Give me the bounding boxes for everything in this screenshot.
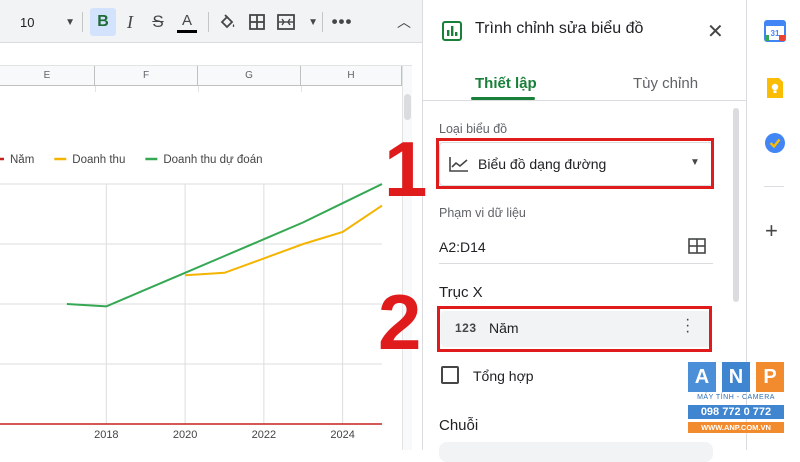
series-line-2 — [185, 204, 383, 277]
text-color-button[interactable]: A — [174, 8, 200, 36]
data-range-input[interactable]: A2:D14 — [439, 234, 713, 264]
watermark-phone: 098 772 0 772 — [688, 405, 784, 419]
chart-type-label: Loại biểu đồ — [439, 122, 508, 136]
borders-button[interactable] — [245, 8, 269, 36]
font-size-value: 10 — [20, 14, 35, 30]
text-color-swatch — [177, 29, 197, 33]
watermark-letters: A N P — [688, 362, 784, 392]
chart-icon — [442, 21, 462, 41]
toolbar-divider — [208, 12, 209, 32]
x-tick-label: 2022 — [252, 429, 276, 441]
column-header-e[interactable]: E — [0, 66, 95, 86]
highlight-x-axis — [437, 306, 712, 352]
x-axis-heading: Trục X — [439, 284, 483, 301]
x-tick-label: 2024 — [330, 429, 354, 441]
add-icon[interactable]: + — [765, 218, 778, 244]
fill-color-icon — [220, 14, 235, 29]
chevron-down-icon: ▼ — [308, 16, 318, 28]
step-number-1: 1 — [384, 125, 428, 213]
fill-color-button[interactable] — [216, 8, 240, 36]
italic-button[interactable]: I — [118, 8, 142, 36]
anp-watermark-logo: A N P MÁY TÍNH - CAMERA 098 772 0 772 WW… — [688, 362, 784, 438]
legend-label-1: Năm — [10, 154, 34, 166]
chevron-down-icon: ▼ — [65, 16, 75, 28]
series-field[interactable] — [439, 442, 713, 462]
x-tick-label: 2020 — [173, 429, 197, 441]
column-header-h[interactable]: H — [301, 66, 402, 86]
sheet-scrollbar[interactable] — [402, 66, 412, 450]
formula-bar-row — [0, 44, 412, 66]
chart-canvas: 2018 2020 2022 2024 Năm Doanh thu Doanh thu dự… — [0, 154, 383, 441]
step-number-2: 2 — [378, 278, 422, 366]
close-icon[interactable]: ✕ — [707, 19, 724, 44]
bold-button[interactable]: B — [90, 8, 116, 36]
borders-icon — [249, 14, 265, 30]
more-icon[interactable]: ••• — [330, 8, 354, 36]
column-header-f[interactable]: F — [95, 66, 198, 86]
data-range-label: Phạm vi dữ liệu — [439, 206, 526, 220]
tab-customize[interactable]: Tùy chỉnh — [633, 75, 698, 92]
keep-icon[interactable] — [764, 77, 786, 99]
highlight-chart-type — [436, 138, 714, 189]
text-color-letter: A — [181, 11, 192, 29]
tab-setup[interactable]: Thiết lập — [475, 75, 537, 92]
strikethrough-button[interactable]: S — [146, 8, 170, 36]
aggregate-label: Tổng hợp — [473, 368, 534, 384]
apps-divider — [764, 186, 784, 187]
font-size-select[interactable]: 10 ▼ — [20, 8, 75, 36]
x-tick-label: 2018 — [94, 429, 118, 441]
series-line-3 — [66, 183, 383, 308]
series-heading: Chuỗi — [439, 417, 479, 434]
tabs-divider — [423, 100, 747, 101]
calendar-icon[interactable]: 31 — [764, 20, 786, 42]
watermark-tagline: MÁY TÍNH - CAMERA — [697, 394, 775, 401]
panel-title: Trình chỉnh sửa biểu đồ — [475, 20, 644, 37]
toolbar-divider — [322, 12, 323, 32]
line-chart[interactable]: 2018 2020 2022 2024 Năm Doanh thu Doanh thu dự… — [0, 92, 384, 450]
select-range-icon[interactable] — [687, 237, 707, 255]
collapse-icon[interactable]: ︿ — [394, 8, 414, 36]
merge-cells-button[interactable]: ▼ — [276, 8, 318, 36]
column-header-g[interactable]: G — [198, 66, 301, 86]
column-headers: E F G H — [0, 66, 402, 86]
watermark-letter-p: P — [756, 362, 784, 392]
aggregate-checkbox[interactable] — [441, 366, 459, 384]
watermark-letter-a: A — [688, 362, 716, 392]
toolbar-divider — [82, 12, 83, 32]
watermark-website: WWW.ANP.COM.VN — [688, 422, 784, 433]
formatting-toolbar: 10 ▼ B I S A ▼ ••• ︿ — [0, 0, 422, 43]
calendar-day: 31 — [771, 29, 780, 38]
panel-scrollbar[interactable] — [733, 108, 739, 302]
data-range-value: A2:D14 — [439, 239, 486, 255]
sheet-scrollbar-thumb[interactable] — [404, 94, 411, 120]
watermark-letter-n: N — [722, 362, 750, 392]
spreadsheet-area: E F G H 2018 2020 2022 2024 Năm Doanh thu Doan… — [0, 44, 412, 450]
merge-cells-icon — [277, 14, 295, 30]
panel-header: Trình chỉnh sửa biểu đồ ✕ — [423, 0, 747, 62]
legend-label-3: Doanh thu dự đoán — [163, 154, 262, 166]
legend-label-2: Doanh thu — [72, 154, 125, 166]
tasks-icon[interactable] — [764, 132, 786, 154]
